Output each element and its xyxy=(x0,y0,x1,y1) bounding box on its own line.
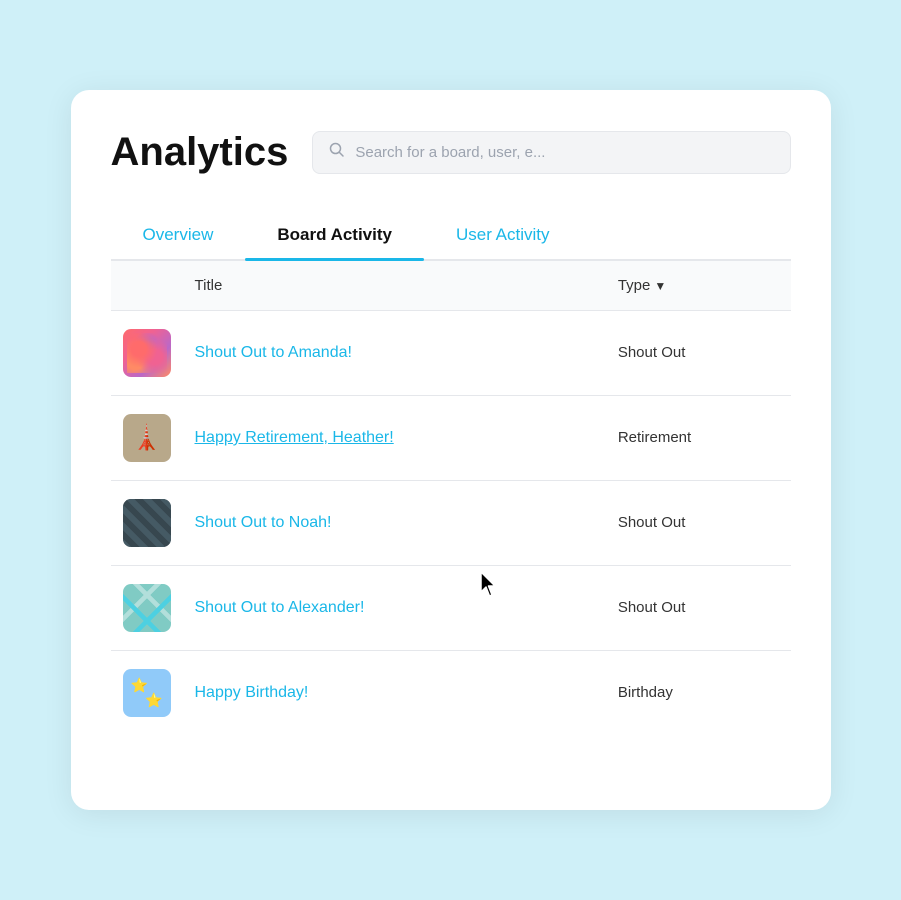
main-card: Analytics Search for a board, user, e...… xyxy=(71,90,831,810)
title-cell-4: Shout Out to Alexander! xyxy=(183,566,606,651)
col-header-type[interactable]: Type ▼ xyxy=(606,261,791,311)
board-thumbnail-noah xyxy=(123,499,171,547)
title-cell-5: Happy Birthday! xyxy=(183,651,606,736)
thumb-cell xyxy=(111,311,183,396)
board-link-noah[interactable]: Shout Out to Noah! xyxy=(195,514,332,531)
col-header-title: Title xyxy=(183,261,606,311)
sort-icon: ▼ xyxy=(654,279,666,293)
search-icon xyxy=(329,142,345,163)
activity-table: Title Type ▼ Shout Out to Amanda! xyxy=(111,261,791,735)
thumb-cell xyxy=(111,651,183,736)
board-link-birthday[interactable]: Happy Birthday! xyxy=(195,684,309,701)
search-bar[interactable]: Search for a board, user, e... xyxy=(312,131,790,174)
tab-overview[interactable]: Overview xyxy=(111,211,246,259)
type-cell-5: Birthday xyxy=(606,651,791,736)
col-header-thumb xyxy=(111,261,183,311)
page-title: Analytics xyxy=(111,130,289,175)
board-thumbnail-alexander xyxy=(123,584,171,632)
board-link-alexander[interactable]: Shout Out to Alexander! xyxy=(195,599,365,616)
board-link-heather[interactable]: Happy Retirement, Heather! xyxy=(195,429,394,446)
board-thumbnail-heather xyxy=(123,414,171,462)
table-row: Shout Out to Amanda! Shout Out xyxy=(111,311,791,396)
table-header-row: Title Type ▼ xyxy=(111,261,791,311)
table-row: Happy Retirement, Heather! Retirement xyxy=(111,396,791,481)
type-cell-3: Shout Out xyxy=(606,481,791,566)
type-cell-1: Shout Out xyxy=(606,311,791,396)
tabs-container: Overview Board Activity User Activity xyxy=(111,211,791,261)
title-cell-1: Shout Out to Amanda! xyxy=(183,311,606,396)
table-row: Shout Out to Alexander! Shout Out xyxy=(111,566,791,651)
table-row: Happy Birthday! Birthday xyxy=(111,651,791,736)
thumb-cell xyxy=(111,396,183,481)
tab-user-activity[interactable]: User Activity xyxy=(424,211,582,259)
title-cell-3: Shout Out to Noah! xyxy=(183,481,606,566)
tab-board-activity[interactable]: Board Activity xyxy=(245,211,424,259)
title-cell-2: Happy Retirement, Heather! xyxy=(183,396,606,481)
search-placeholder: Search for a board, user, e... xyxy=(355,144,545,161)
table-row: Shout Out to Noah! Shout Out xyxy=(111,481,791,566)
thumb-cell xyxy=(111,566,183,651)
thumb-cell xyxy=(111,481,183,566)
type-label: Type xyxy=(618,277,651,294)
header: Analytics Search for a board, user, e... xyxy=(111,130,791,175)
type-cell-2: Retirement xyxy=(606,396,791,481)
type-cell-4: Shout Out xyxy=(606,566,791,651)
board-link-amanda[interactable]: Shout Out to Amanda! xyxy=(195,344,352,361)
board-thumbnail-amanda xyxy=(123,329,171,377)
board-thumbnail-birthday xyxy=(123,669,171,717)
